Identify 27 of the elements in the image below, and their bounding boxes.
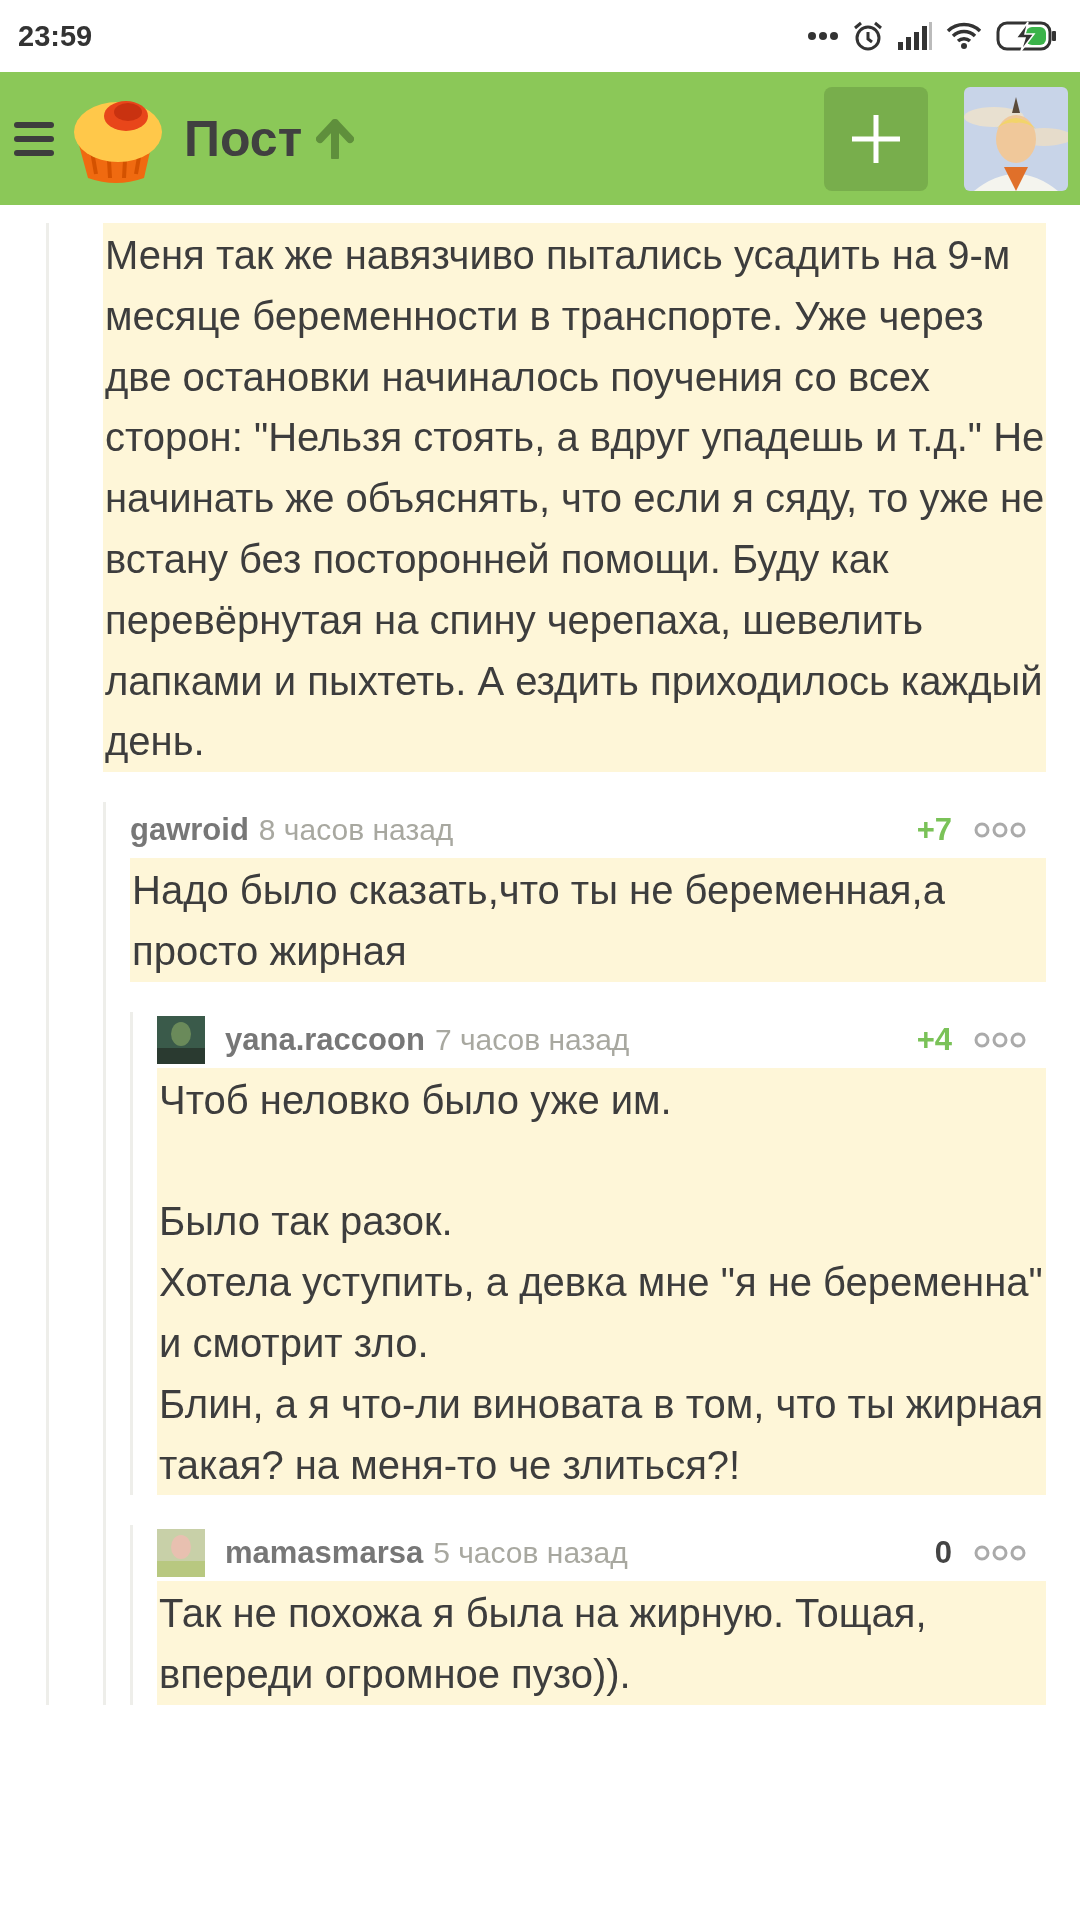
alarm-icon [852,20,884,52]
comment-text: Чтоб неловко было уже им. Было так разок. Хотела уступить, а девка мне "я не беременна" и смотрит зло. Блин, а я что-ли виновата в том, что ты жирная такая? на меня-то че злиться?! [157,1067,1046,1496]
wifi-icon [946,22,982,50]
comment-time: 5 часов назад [433,1536,629,1571]
comment-author[interactable]: mamasmarsa [225,1535,424,1572]
comment-rating: 0 [934,1535,952,1572]
more-options-icon[interactable] [974,1545,1026,1562]
more-options-icon[interactable] [974,1031,1026,1048]
comment-author[interactable]: gawroid [130,812,249,849]
more-options-icon[interactable] [974,822,1026,839]
comment-time: 7 часов назад [434,1022,631,1057]
comment-author[interactable]: yana.raccoon [225,1021,425,1058]
comment-text: Так не похожа я была на жирную. Тощая, впереди огромное пузо)). [157,1581,1046,1705]
add-post-button[interactable] [824,86,928,191]
comment-time: 8 часов назад [258,813,455,848]
menu-icon[interactable] [14,121,54,156]
comment-text: Надо было сказать,что ты не беременная,а просто жирная [130,858,1046,982]
battery-charging-icon [996,20,1058,52]
status-time: 23:59 [18,19,93,53]
up-arrow-icon[interactable] [316,118,355,159]
comment-text: Меня так же навязчиво пытались усадить на 9-м месяце беременности в транспорте. Уже через две остановки начиналось поучения со всех сторон: "Нельзя стоять, а вдруг упадешь и т.д." Не начинать же объяснять, что если я сяду, то уже не встану без посторонней помощи. Буду как перевёрнутая на спину черепаха, шевелить лапками и пыхтеть. А ездить приходилось каждый день. [103,223,1046,773]
comment-rating: +4 [916,1021,952,1058]
signal-icon [898,22,932,50]
comment-rating: +7 [916,812,952,849]
plus-icon [850,112,902,165]
page-title: Пост [184,109,303,168]
more-dots-icon [808,31,838,41]
